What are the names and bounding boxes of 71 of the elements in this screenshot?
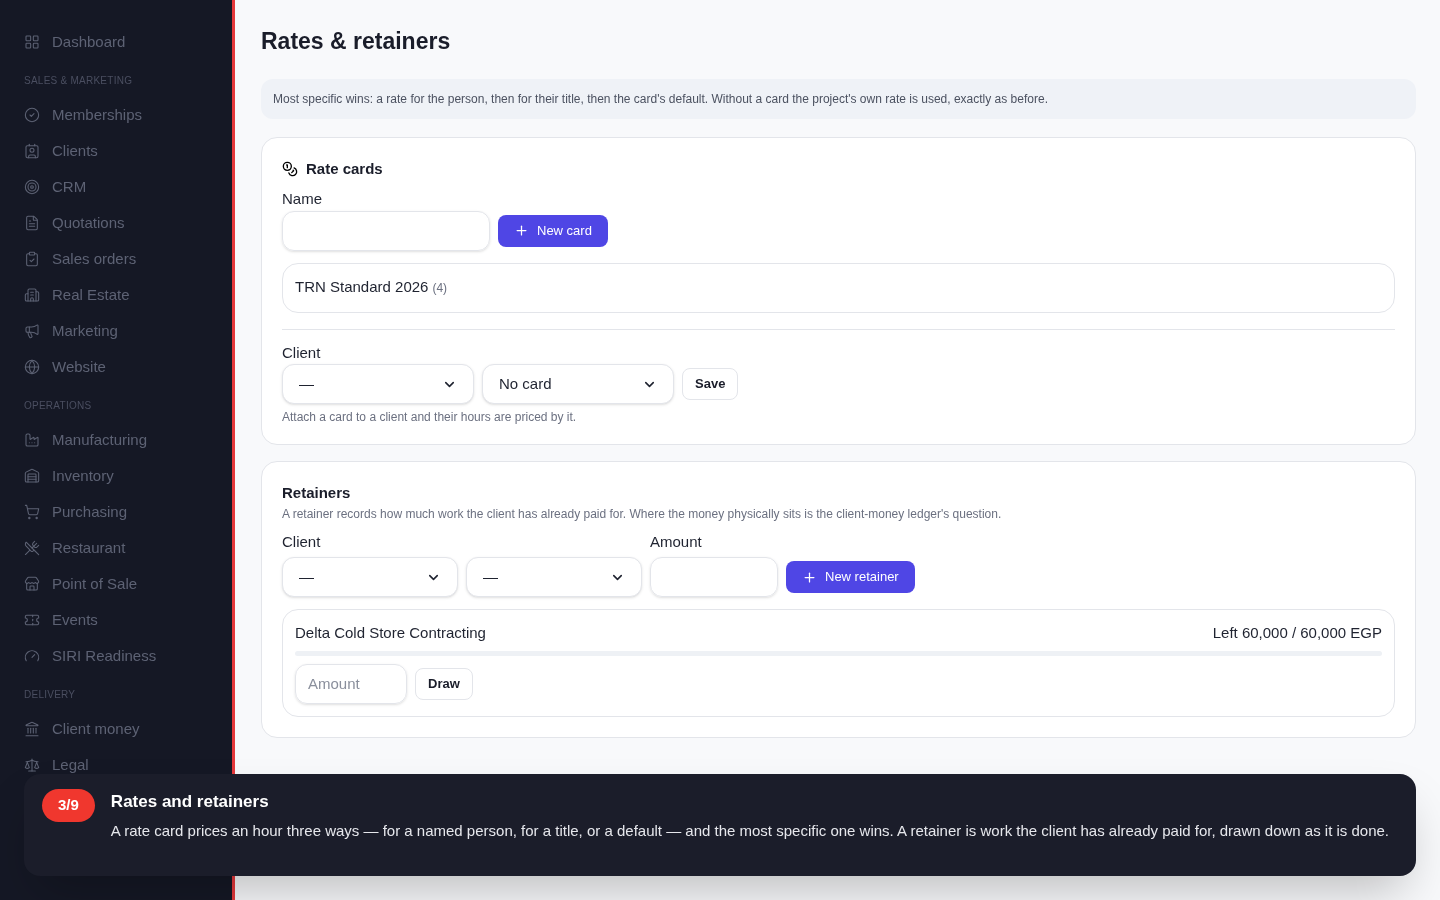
sidebar-item[interactable]: Memberships: [24, 97, 208, 133]
tour-text: A rate card prices an hour three ways — for a named person, for a title, or a default — and the most specific one wins. A retainer is work the client has already paid for, drawn down as it is done.: [110, 820, 1390, 841]
field-label: Name: [282, 189, 323, 209]
save-button[interactable]: Save: [682, 368, 739, 400]
bank-icon: [24, 721, 40, 737]
sidebar-item[interactable]: Client money: [24, 711, 208, 747]
tour-title: Rates and retainers: [110, 791, 270, 813]
target-icon: [24, 179, 40, 195]
field-label: Amount: [650, 531, 703, 552]
sidebar-item[interactable]: Sales orders: [24, 241, 208, 277]
sidebar-item[interactable]: Marketing: [24, 313, 208, 349]
hint-text: Attach a card to a client and their hours are priced by it.: [282, 409, 578, 426]
client-select[interactable]: —: [282, 557, 458, 597]
card-name: TRN Standard 2026: [295, 277, 429, 298]
sidebar-item[interactable]: Point of Sale: [24, 566, 208, 602]
store-icon: [24, 576, 40, 592]
section-title: Rate cards: [306, 158, 383, 179]
contact-card-icon: [24, 143, 40, 159]
field-label: Client: [282, 531, 322, 552]
sidebar-section-label: DELIVERY: [24, 687, 77, 702]
sidebar-item[interactable]: Dashboard: [24, 24, 208, 60]
info-note: Most specific wins: a rate for the person, then for their title, then the card's default. Without a card the project's own rate is used, exactly as before.: [261, 78, 1416, 119]
sidebar-item[interactable]: Events: [24, 602, 208, 638]
sidebar-item[interactable]: Quotations: [24, 205, 208, 241]
amount-input-field[interactable]: Amount: [295, 663, 407, 704]
building-icon: [24, 287, 40, 303]
document-icon: [24, 215, 40, 231]
sidebar-section-label: SALES & MARKETING: [24, 73, 134, 88]
amount-input-field[interactable]: [650, 557, 778, 597]
sidebar-item[interactable]: SIRI Readiness: [24, 638, 208, 674]
page-title: Rates & retainers: [261, 27, 452, 56]
utensils-icon: [24, 540, 40, 556]
sidebar-item[interactable]: Clients: [24, 133, 208, 169]
gauge-icon: [24, 648, 40, 664]
new-card-button[interactable]: New card: [498, 214, 608, 247]
sidebar-section-label: OPERATIONS: [24, 398, 93, 413]
plus-icon: [514, 223, 529, 238]
sidebar-item[interactable]: Purchasing: [24, 494, 208, 530]
sidebar-item[interactable]: Manufacturing: [24, 422, 208, 458]
megaphone-icon: [24, 323, 40, 339]
sidebar-item[interactable]: Website: [24, 349, 208, 385]
sidebar-item[interactable]: Inventory: [24, 458, 208, 494]
section-description: A retainer records how much work the client has already paid for. Where the money physically sits is the client-money ledger's question.: [282, 505, 1003, 523]
coins-icon: [282, 160, 298, 177]
field-label: Client: [282, 342, 322, 363]
draw-button[interactable]: Draw: [415, 667, 473, 700]
scale-icon: [24, 757, 40, 773]
plus-icon: [802, 569, 817, 585]
sidebar-item[interactable]: Real Estate: [24, 277, 208, 313]
warehouse-icon: [24, 468, 40, 484]
card-select[interactable]: No card: [482, 364, 674, 404]
card-count: (4): [432, 279, 448, 297]
client-name: Delta Cold Store Contracting: [295, 623, 486, 643]
balance-text: Left 60,000 / 60,000 EGP: [1212, 623, 1382, 643]
ticket-icon: [24, 612, 40, 628]
cart-icon: [24, 504, 40, 520]
name-input-field[interactable]: [282, 210, 490, 251]
sidebar-item[interactable]: Legal: [24, 747, 208, 783]
factory-icon: [24, 432, 40, 448]
sidebar-item[interactable]: CRM: [24, 169, 208, 205]
new-retainer-button[interactable]: New retainer: [786, 561, 915, 593]
rate-card-row[interactable]: TRN Standard 2026 (4): [282, 262, 1395, 313]
section-title: Retainers: [282, 483, 352, 503]
client-select[interactable]: —: [282, 364, 474, 404]
clipboard-check-icon: [24, 251, 40, 267]
grid-icon: [24, 34, 40, 50]
step-counter: 3/9: [42, 789, 95, 822]
sidebar-item[interactable]: Restaurant: [24, 530, 208, 566]
globe-icon: [24, 359, 40, 375]
retainer-select[interactable]: —: [466, 557, 642, 597]
check-circle-icon: [24, 107, 40, 123]
